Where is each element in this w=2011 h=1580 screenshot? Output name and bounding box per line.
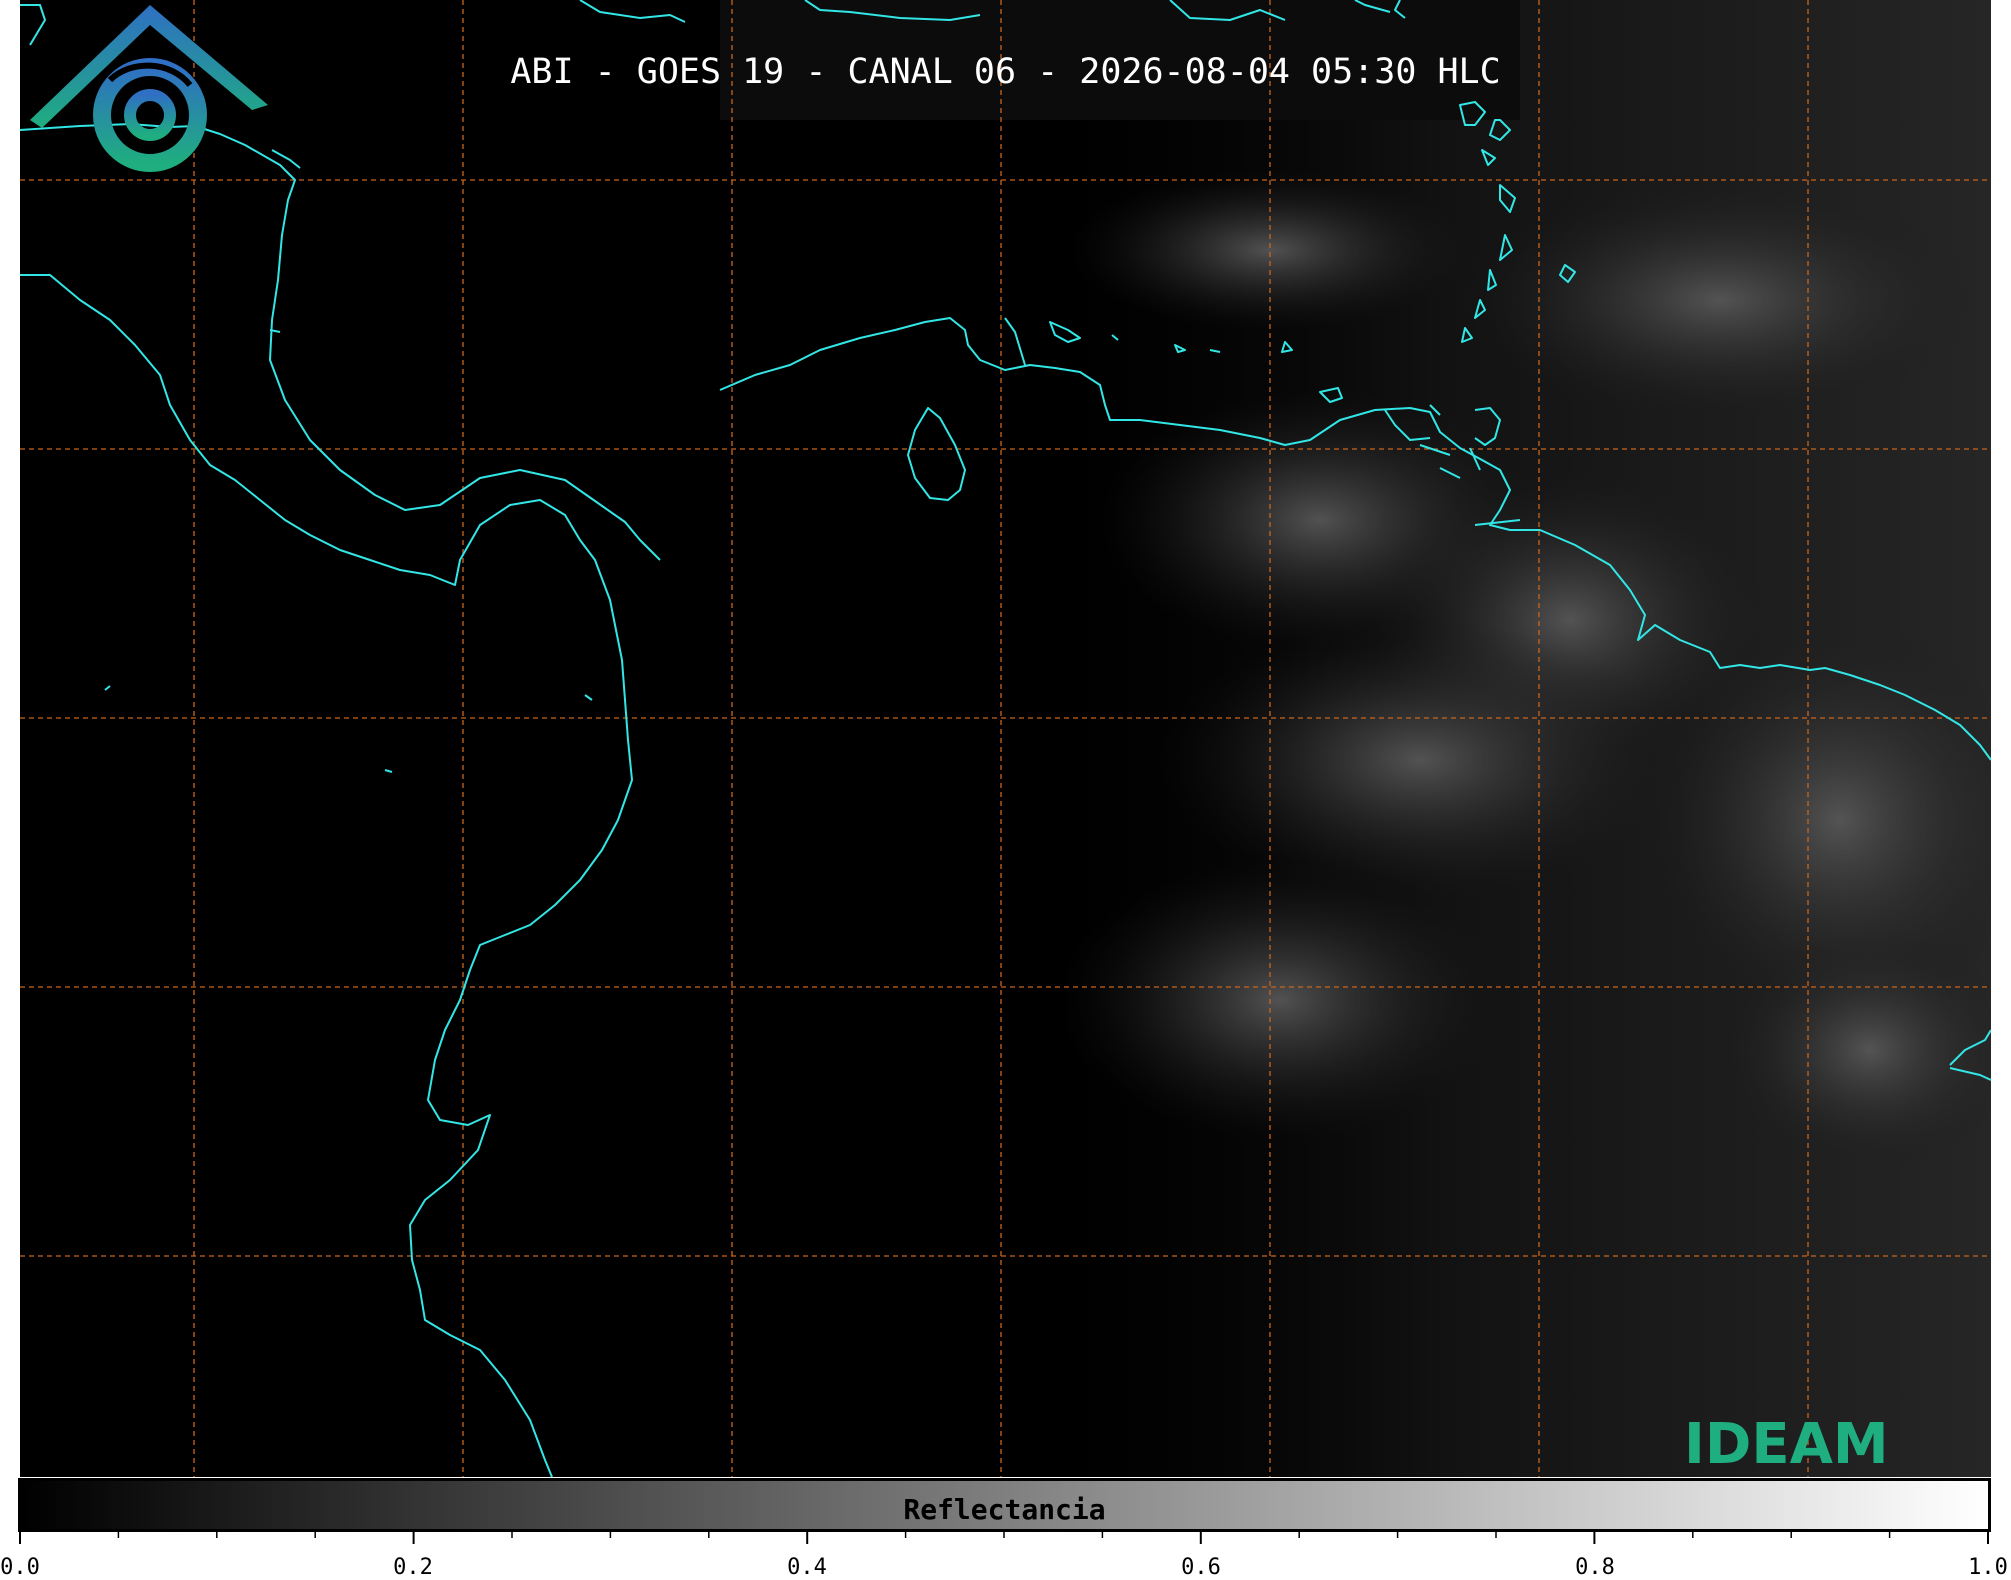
colorbar-tick-label: 0.8 [1575, 1555, 1615, 1580]
colorbar-tick-label: 0.6 [1181, 1555, 1221, 1580]
ideam-logo-text: IDEAM [1684, 1412, 1889, 1477]
colorbar-label: Reflectancia [903, 1493, 1106, 1526]
reflectance-colorbar: Reflectancia [18, 1478, 1991, 1532]
satellite-map: ABI - GOES 19 - CANAL 06 - 2026-08-04 05… [20, 0, 1991, 1477]
colorbar-axis [19, 1530, 1989, 1544]
colorbar-tick-label: 1.0 [1968, 1555, 2008, 1580]
map-title: ABI - GOES 19 - CANAL 06 - 2026-08-04 05… [510, 52, 1501, 92]
colorbar-tick-label: 0.2 [393, 1555, 433, 1580]
ideam-mountain-swirl-icon [30, 5, 268, 172]
map-canvas [20, 0, 1991, 1477]
colorbar-tick-label: 0.0 [0, 1555, 40, 1580]
colorbar-tick-label: 0.4 [787, 1555, 827, 1580]
